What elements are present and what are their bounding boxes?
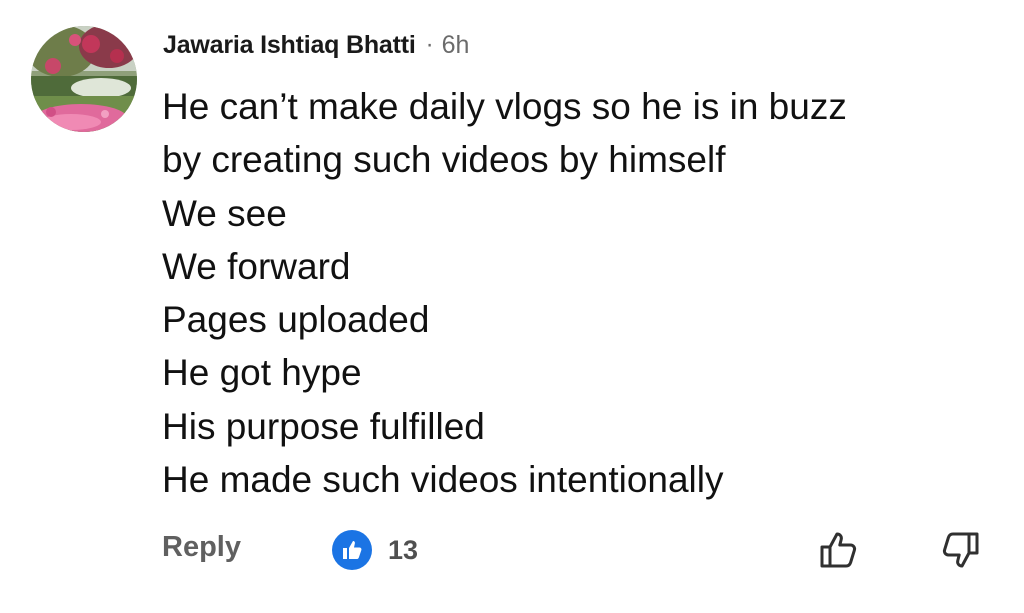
comment-line: He got hype — [162, 352, 362, 394]
like-icon — [332, 530, 372, 570]
comment-line: We see — [162, 192, 287, 234]
comment-line: His purpose fulfilled — [162, 405, 485, 447]
reaction-count: 13 — [388, 534, 419, 565]
meta-separator: · — [425, 31, 434, 58]
comment-line: He made such videos intentionally — [162, 459, 724, 501]
comment-header: Jawaria Ishtiaq Bhatti · 6h — [163, 28, 469, 62]
thumbs-down-outline-icon[interactable] — [936, 526, 984, 574]
avatar[interactable] — [31, 26, 137, 132]
comment-line: Pages uploaded — [162, 299, 430, 341]
avatar-image — [31, 26, 137, 132]
comment-actions: Reply 13 — [0, 522, 1024, 578]
comment-line: He can’t make daily vlogs so he is in bu… — [162, 86, 847, 127]
comment-text: He can’t make daily vlogs so he is in bu… — [162, 80, 1002, 506]
reply-button[interactable]: Reply — [162, 531, 241, 564]
thumbs-up-outline-icon[interactable] — [815, 526, 863, 574]
comment-line: by creating such videos by himself — [162, 139, 726, 181]
comment-line: We forward — [162, 245, 351, 287]
reaction-summary[interactable]: 13 — [332, 530, 418, 570]
comment-card: Jawaria Ishtiaq Bhatti · 6h He can’t mak… — [0, 0, 1024, 613]
timestamp[interactable]: 6h — [442, 31, 470, 60]
author-name[interactable]: Jawaria Ishtiaq Bhatti — [163, 31, 416, 60]
